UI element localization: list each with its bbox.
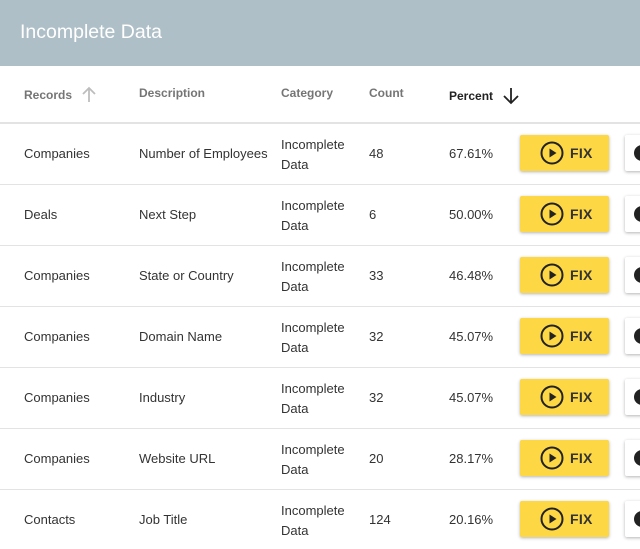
- cell-count: 32: [369, 329, 384, 344]
- column-header-count-label: Count: [369, 86, 404, 100]
- table-row: Deals Next Step Incomplete Data 6 50.00% FIX: [0, 184, 640, 244]
- page-title: Incomplete Data: [20, 21, 162, 43]
- more-options-icon: [634, 511, 640, 527]
- table-row: Companies Industry Incomplete Data 32 45.07%…: [0, 367, 640, 427]
- cell-percent: 50.00%: [449, 207, 494, 222]
- cell-percent: 28.17%: [449, 451, 494, 466]
- cell-count: 6: [369, 207, 377, 222]
- cell-percent: 20.16%: [449, 512, 494, 527]
- fix-button[interactable]: FIX: [520, 135, 609, 171]
- play-circle-icon: [540, 507, 564, 531]
- more-options-icon: [634, 206, 640, 222]
- more-options-icon: [634, 389, 640, 405]
- more-options-icon: [634, 145, 640, 161]
- more-options-button[interactable]: [625, 318, 640, 354]
- fix-button-label: FIX: [570, 267, 593, 283]
- table-row: Companies Domain Name Incomplete Data 32 45.…: [0, 306, 640, 366]
- cell-description: Website URL: [139, 451, 216, 466]
- cell-records: Companies: [24, 451, 90, 466]
- arrow-up-icon[interactable]: [80, 86, 98, 104]
- cell-count: 32: [369, 390, 384, 405]
- cell-description: Industry: [139, 390, 186, 405]
- table-row: Companies Website URL Incomplete Data 20 28.…: [0, 428, 640, 488]
- table-row: Contacts Job Title Incomplete Data 124 20.16…: [0, 489, 640, 549]
- play-circle-icon: [540, 141, 564, 165]
- fix-button[interactable]: FIX: [520, 440, 609, 476]
- fix-button[interactable]: FIX: [520, 257, 609, 293]
- cell-percent: 67.61%: [449, 146, 494, 161]
- fix-button[interactable]: FIX: [520, 379, 609, 415]
- fix-button-label: FIX: [570, 145, 593, 161]
- cell-count: 20: [369, 451, 384, 466]
- cell-category: Incomplete Data: [281, 259, 345, 294]
- more-options-button[interactable]: [625, 440, 640, 476]
- column-header-count[interactable]: Count: [369, 86, 404, 100]
- more-options-button[interactable]: [625, 135, 640, 171]
- cell-count: 124: [369, 512, 391, 527]
- more-options-icon: [634, 267, 640, 283]
- header-divider: [0, 122, 640, 123]
- more-options-button[interactable]: [625, 257, 640, 293]
- column-header-category-label: Category: [281, 86, 334, 100]
- cell-records: Deals: [24, 207, 58, 222]
- fix-button-label: FIX: [570, 328, 593, 344]
- page-header: Incomplete Data: [0, 0, 640, 66]
- more-options-icon: [634, 328, 640, 344]
- column-header-description-label: Description: [139, 86, 206, 100]
- cell-percent: 46.48%: [449, 268, 494, 283]
- more-options-icon: [634, 450, 640, 466]
- cell-description: Job Title: [139, 512, 188, 527]
- cell-category: Incomplete Data: [281, 320, 345, 355]
- play-circle-icon: [540, 446, 564, 470]
- column-header-description[interactable]: Description: [139, 86, 205, 100]
- column-header-percent-label: Percent: [449, 89, 494, 103]
- cell-description: Next Step: [139, 207, 197, 222]
- fix-button-label: FIX: [570, 511, 593, 527]
- column-header-percent[interactable]: Percent: [449, 86, 521, 106]
- cell-category: Incomplete Data: [281, 503, 345, 538]
- cell-category: Incomplete Data: [281, 442, 345, 477]
- cell-records: Companies: [24, 390, 90, 405]
- more-options-button[interactable]: [625, 379, 640, 415]
- cell-category: Incomplete Data: [281, 381, 345, 416]
- fix-button-label: FIX: [570, 389, 593, 405]
- table-row: Companies Number of Employees Incomplete D…: [0, 123, 640, 183]
- more-options-button[interactable]: [625, 196, 640, 232]
- play-circle-icon: [540, 324, 564, 348]
- fix-button-label: FIX: [570, 206, 593, 222]
- more-options-button[interactable]: [625, 501, 640, 537]
- fix-button[interactable]: FIX: [520, 318, 609, 354]
- play-circle-icon: [540, 202, 564, 226]
- cell-percent: 45.07%: [449, 390, 494, 405]
- cell-description: State or Country: [139, 268, 234, 283]
- cell-description: Number of Employees: [139, 146, 268, 161]
- arrow-down-icon[interactable]: [501, 86, 521, 106]
- column-header-records[interactable]: Records: [24, 86, 98, 104]
- column-header-records-label: Records: [24, 88, 73, 102]
- cell-count: 33: [369, 268, 384, 283]
- column-header-category[interactable]: Category: [281, 86, 333, 100]
- play-circle-icon: [540, 263, 564, 287]
- play-circle-icon: [540, 385, 564, 409]
- cell-count: 48: [369, 146, 384, 161]
- cell-records: Companies: [24, 268, 90, 283]
- cell-category: Incomplete Data: [281, 137, 345, 172]
- fix-button-label: FIX: [570, 450, 593, 466]
- cell-records: Contacts: [24, 512, 76, 527]
- fix-button[interactable]: FIX: [520, 501, 609, 537]
- fix-button[interactable]: FIX: [520, 196, 609, 232]
- cell-records: Companies: [24, 146, 90, 161]
- cell-percent: 45.07%: [449, 329, 494, 344]
- table-row: Companies State or Country Incomplete Data…: [0, 245, 640, 305]
- cell-records: Companies: [24, 329, 90, 344]
- cell-description: Domain Name: [139, 329, 223, 344]
- cell-category: Incomplete Data: [281, 198, 345, 233]
